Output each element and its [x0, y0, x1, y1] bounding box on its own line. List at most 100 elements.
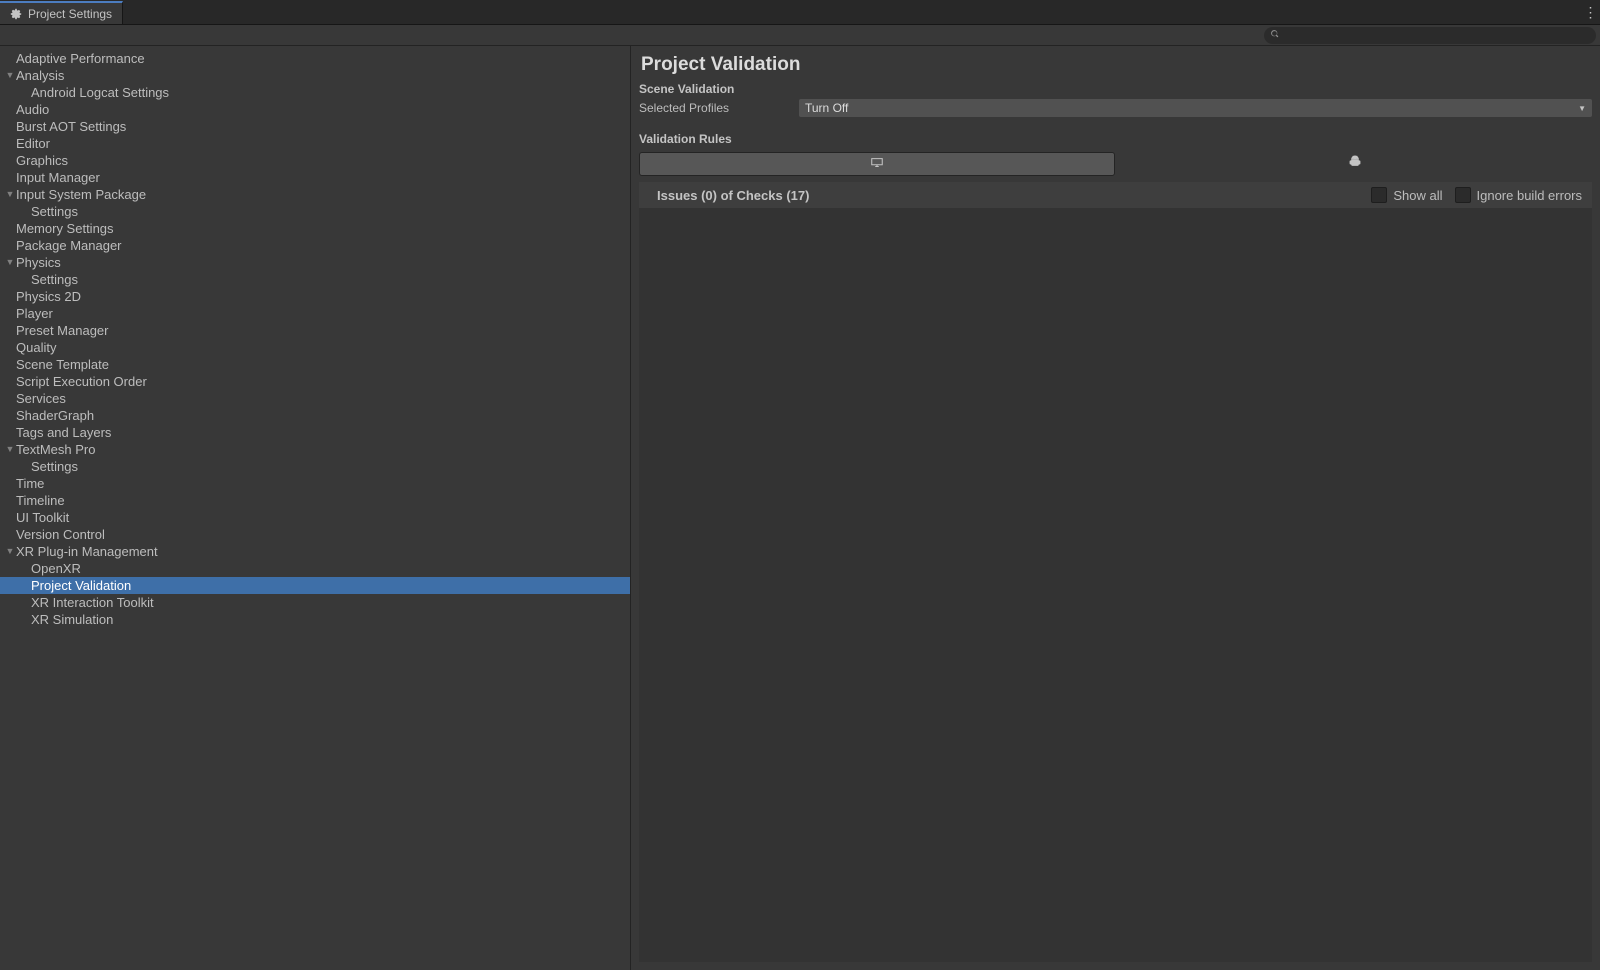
- sidebar-item-label: Timeline: [16, 492, 65, 509]
- sidebar-item-openxr[interactable]: OpenXR: [0, 560, 630, 577]
- selected-profiles-row: Selected Profiles Turn Off ▼: [639, 98, 1592, 118]
- sidebar-item-version-control[interactable]: Version Control: [0, 526, 630, 543]
- tab-label: Project Settings: [28, 7, 112, 21]
- sidebar-item-label: Preset Manager: [16, 322, 109, 339]
- sidebar-item-label: Audio: [16, 101, 49, 118]
- sidebar-item-input-system-package[interactable]: ▼Input System Package: [0, 186, 630, 203]
- search-icon: [1270, 28, 1281, 43]
- search-box[interactable]: [1264, 27, 1596, 44]
- sidebar-item-burst-aot-settings[interactable]: Burst AOT Settings: [0, 118, 630, 135]
- sidebar-item-label: Settings: [31, 271, 78, 288]
- caret-down-icon: ▼: [4, 543, 16, 560]
- platform-tab-android[interactable]: [1119, 152, 1593, 174]
- sidebar-item-shadergraph[interactable]: ShaderGraph: [0, 407, 630, 424]
- sidebar-item-audio[interactable]: Audio: [0, 101, 630, 118]
- android-icon: [1348, 155, 1362, 172]
- sidebar-item-label: Memory Settings: [16, 220, 114, 237]
- sidebar-item-graphics[interactable]: Graphics: [0, 152, 630, 169]
- issues-list: [639, 208, 1592, 962]
- sidebar-item-tags-and-layers[interactable]: Tags and Layers: [0, 424, 630, 441]
- validation-rules-label: Validation Rules: [639, 132, 1592, 146]
- sidebar-item-time[interactable]: Time: [0, 475, 630, 492]
- sidebar-item-label: Services: [16, 390, 66, 407]
- selected-profiles-label: Selected Profiles: [639, 101, 799, 115]
- sidebar-item-xr-plug-in-management[interactable]: ▼XR Plug-in Management: [0, 543, 630, 560]
- show-all-label: Show all: [1393, 188, 1442, 203]
- sidebar-item-memory-settings[interactable]: Memory Settings: [0, 220, 630, 237]
- sidebar-item-label: Package Manager: [16, 237, 122, 254]
- sidebar-item-label: Project Validation: [31, 577, 131, 594]
- sidebar-item-label: XR Interaction Toolkit: [31, 594, 154, 611]
- sidebar-item-label: Version Control: [16, 526, 105, 543]
- sidebar-item-label: Graphics: [16, 152, 68, 169]
- sidebar-item-preset-manager[interactable]: Preset Manager: [0, 322, 630, 339]
- sidebar-item-label: Player: [16, 305, 53, 322]
- tab-project-settings[interactable]: Project Settings: [0, 1, 123, 24]
- toolbar: [0, 25, 1600, 46]
- page-title: Project Validation: [641, 54, 1592, 76]
- sidebar-item-label: Time: [16, 475, 44, 492]
- content-panel: Project Validation Scene Validation Sele…: [631, 46, 1600, 970]
- sidebar-item-package-manager[interactable]: Package Manager: [0, 237, 630, 254]
- sidebar-item-project-validation[interactable]: Project Validation: [0, 577, 630, 594]
- dropdown-value: Turn Off: [805, 101, 848, 115]
- sidebar-item-player[interactable]: Player: [0, 305, 630, 322]
- sidebar-item-ui-toolkit[interactable]: UI Toolkit: [0, 509, 630, 526]
- sidebar-item-label: XR Simulation: [31, 611, 113, 628]
- sidebar-item-label: XR Plug-in Management: [16, 543, 158, 560]
- sidebar-item-label: Input Manager: [16, 169, 100, 186]
- sidebar-item-editor[interactable]: Editor: [0, 135, 630, 152]
- sidebar-item-label: Settings: [31, 203, 78, 220]
- sidebar-item-label: Analysis: [16, 67, 64, 84]
- sidebar-item-settings[interactable]: Settings: [0, 203, 630, 220]
- search-input[interactable]: [1285, 27, 1590, 43]
- sidebar-item-input-manager[interactable]: Input Manager: [0, 169, 630, 186]
- sidebar-item-settings[interactable]: Settings: [0, 458, 630, 475]
- sidebar-item-android-logcat-settings[interactable]: Android Logcat Settings: [0, 84, 630, 101]
- ignore-build-errors-toggle[interactable]: Ignore build errors: [1455, 187, 1583, 203]
- chevron-down-icon: ▼: [1578, 104, 1586, 113]
- sidebar-item-label: Physics: [16, 254, 61, 271]
- sidebar-item-label: Settings: [31, 458, 78, 475]
- sidebar-item-label: Physics 2D: [16, 288, 81, 305]
- caret-down-icon: ▼: [4, 186, 16, 203]
- sidebar-item-label: Script Execution Order: [16, 373, 147, 390]
- sidebar-item-services[interactable]: Services: [0, 390, 630, 407]
- checkbox-icon: [1455, 187, 1471, 203]
- sidebar-item-xr-interaction-toolkit[interactable]: XR Interaction Toolkit: [0, 594, 630, 611]
- sidebar-item-quality[interactable]: Quality: [0, 339, 630, 356]
- sidebar-item-label: Tags and Layers: [16, 424, 111, 441]
- caret-down-icon: ▼: [4, 254, 16, 271]
- sidebar-item-analysis[interactable]: ▼Analysis: [0, 67, 630, 84]
- sidebar-item-label: ShaderGraph: [16, 407, 94, 424]
- sidebar-item-physics[interactable]: ▼Physics: [0, 254, 630, 271]
- scene-validation-label: Scene Validation: [639, 82, 1592, 96]
- caret-down-icon: ▼: [4, 441, 16, 458]
- sidebar-item-label: Scene Template: [16, 356, 109, 373]
- issues-summary: Issues (0) of Checks (17): [657, 188, 1359, 203]
- sidebar-item-scene-template[interactable]: Scene Template: [0, 356, 630, 373]
- sidebar-item-label: TextMesh Pro: [16, 441, 95, 458]
- sidebar-item-physics-2d[interactable]: Physics 2D: [0, 288, 630, 305]
- sidebar-item-label: Burst AOT Settings: [16, 118, 126, 135]
- window-menu-button[interactable]: ⋮: [1580, 0, 1600, 24]
- show-all-toggle[interactable]: Show all: [1371, 187, 1442, 203]
- sidebar-item-settings[interactable]: Settings: [0, 271, 630, 288]
- sidebar-item-adaptive-performance[interactable]: Adaptive Performance: [0, 50, 630, 67]
- selected-profiles-dropdown[interactable]: Turn Off ▼: [799, 99, 1592, 117]
- sidebar-item-textmesh-pro[interactable]: ▼TextMesh Pro: [0, 441, 630, 458]
- platform-tab-standalone[interactable]: [639, 152, 1115, 176]
- sidebar-item-label: Editor: [16, 135, 50, 152]
- sidebar-item-label: UI Toolkit: [16, 509, 69, 526]
- sidebar-item-script-execution-order[interactable]: Script Execution Order: [0, 373, 630, 390]
- title-bar: Project Settings ⋮: [0, 0, 1600, 25]
- caret-down-icon: ▼: [4, 67, 16, 84]
- sidebar-item-label: Adaptive Performance: [16, 50, 145, 67]
- checkbox-icon: [1371, 187, 1387, 203]
- ignore-errors-label: Ignore build errors: [1477, 188, 1583, 203]
- sidebar-item-xr-simulation[interactable]: XR Simulation: [0, 611, 630, 628]
- platform-tabs: [639, 152, 1592, 176]
- sidebar-item-timeline[interactable]: Timeline: [0, 492, 630, 509]
- sidebar-item-label: Android Logcat Settings: [31, 84, 169, 101]
- monitor-icon: [870, 156, 884, 173]
